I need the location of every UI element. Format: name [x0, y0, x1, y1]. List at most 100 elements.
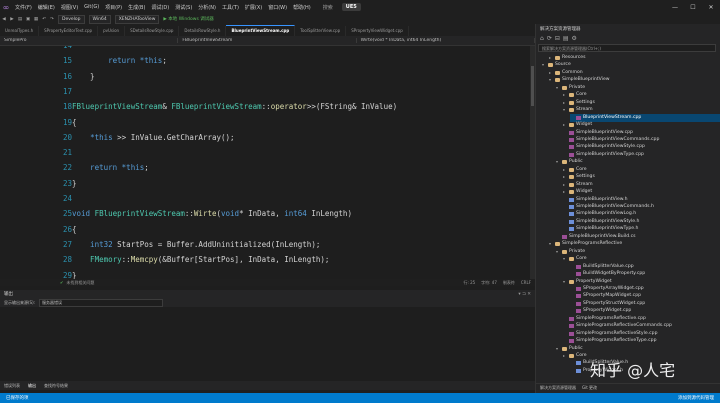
code-line[interactable]: 17 [0, 84, 530, 99]
search-box[interactable]: 搜索 [320, 4, 336, 11]
code-line[interactable]: 29} [0, 268, 530, 280]
code-line[interactable]: 22 return *this; [0, 160, 530, 175]
document-tab[interactable]: UnrealTypes.h [0, 26, 40, 36]
document-tab[interactable]: SPropertyViewWidget.cpp [346, 26, 409, 36]
menu-item[interactable]: 视图(V) [58, 4, 81, 11]
close-icon[interactable]: ✕ [702, 4, 720, 11]
cpp-file-icon [569, 339, 574, 344]
code-token: * InData, [239, 209, 285, 219]
settings-icon[interactable]: ⚙ [572, 35, 577, 42]
header-file-icon [569, 197, 574, 202]
code-token: return [72, 163, 122, 173]
menu-item[interactable]: 生成(B) [125, 4, 148, 11]
code-line[interactable]: 26{ [0, 222, 530, 237]
undo-icon[interactable]: ↶ [40, 17, 48, 22]
menu-item[interactable]: 项目(P) [102, 4, 125, 11]
header-file-icon [569, 212, 574, 217]
tree-item[interactable]: BlueprintViewStream.cpp [570, 113, 720, 122]
code-editor[interactable]: 1415 return *this;16 }1718FBlueprintView… [0, 46, 530, 279]
menu-item[interactable]: 窗口(W) [265, 4, 290, 11]
forward-icon[interactable]: ▶ [8, 17, 16, 22]
menu-item[interactable]: 工具(T) [219, 4, 242, 11]
output-text-area[interactable] [0, 307, 535, 381]
panel-controls-icon[interactable]: ▾ ⊐ ✕ [518, 292, 535, 297]
sync-icon[interactable]: ⟳ [547, 35, 552, 42]
new-file-icon[interactable]: ▤ [16, 17, 24, 22]
member-dropdown[interactable]: Wirte(void * InData, int64 InLength) [357, 38, 535, 43]
code-line[interactable]: 21 [0, 145, 530, 160]
code-line[interactable]: 14 [0, 46, 530, 53]
minimize-icon[interactable]: — [666, 4, 684, 11]
startup-project-select[interactable]: XENZHATooView [114, 14, 160, 24]
code-text: return *this; [72, 160, 149, 175]
cpp-file-icon [569, 152, 574, 157]
tab-find-symbol[interactable]: 查找符号结果 [40, 383, 72, 389]
folder-icon [562, 346, 567, 351]
folder-icon [569, 175, 574, 180]
menu-item[interactable]: 测试(S) [172, 4, 195, 11]
document-tab[interactable]: SPropertyEditorText.cpp [39, 26, 99, 36]
code-line[interactable]: 23} [0, 176, 530, 191]
code-line[interactable]: 15 return *this; [0, 53, 530, 68]
project-dropdown[interactable]: SimplePro [0, 38, 179, 43]
solution-explorer-title: 解决方案资源管理器 [540, 26, 581, 32]
add-to-source-control[interactable]: 添加到源代码管理 [678, 395, 720, 401]
code-line[interactable]: 27 int32 StartPos = Buffer.AddUninitiali… [0, 237, 530, 252]
line-number: 23 [62, 178, 72, 188]
code-line[interactable]: 18 FBlueprintViewStream& FBlueprintViewSt… [0, 99, 530, 114]
document-tab[interactable]: BlueprintViewStream.cpp [226, 25, 296, 36]
header-file-icon [576, 368, 581, 373]
save-all-icon[interactable]: ▦ [32, 17, 40, 22]
folder-icon [569, 182, 574, 187]
platform-select[interactable]: Win64 [88, 14, 111, 24]
code-token: ; [162, 56, 167, 66]
back-icon[interactable]: ◀ [0, 17, 8, 22]
code-line[interactable]: 28 FMemory::Memcpy(&Buffer[StartPos], In… [0, 252, 530, 267]
scroll-thumb[interactable] [531, 66, 534, 106]
output-panel-header: 输出 ▾ ⊐ ✕ [0, 290, 535, 298]
menu-item[interactable]: Git(G) [81, 4, 102, 11]
line-number: 16 [62, 71, 72, 81]
tab-output[interactable]: 输出 [24, 383, 40, 389]
scope-dropdown[interactable]: FBlueprintViewStream [178, 38, 357, 43]
no-issues-icon: ✔ [60, 280, 64, 285]
code-line[interactable]: 19{ [0, 115, 530, 130]
collapse-icon[interactable]: ⊟ [555, 35, 560, 42]
menu-item[interactable]: 编辑(E) [35, 4, 58, 11]
code-line[interactable]: 25 void FBlueprintViewStream::Wirte(void*… [0, 206, 530, 221]
redo-icon[interactable]: ↷ [48, 17, 56, 22]
menu-item[interactable]: 分析(N) [195, 4, 219, 11]
document-tab[interactable]: SDetailsRowStyle.cpp [125, 26, 180, 36]
code-token: ; [144, 163, 149, 173]
document-tab[interactable]: pvUsion [98, 26, 126, 36]
menu-item[interactable]: 文件(F) [12, 4, 35, 11]
maximize-icon[interactable]: ☐ [684, 4, 702, 11]
tab-git-changes[interactable]: Git 更改 [582, 385, 597, 391]
config-select[interactable]: Develop [58, 14, 85, 24]
menu-item[interactable]: 帮助(H) [290, 4, 314, 11]
document-tab[interactable]: ToolSplitterView.cpp [295, 26, 347, 36]
menu-item[interactable]: 扩展(X) [242, 4, 265, 11]
indent-mode[interactable]: 制表符 [503, 280, 515, 286]
tab-error-list[interactable]: 错误列表 [0, 383, 24, 389]
code-token: { [72, 224, 77, 234]
column-indicator: 字符: 47 [481, 279, 497, 285]
menu-item[interactable]: 调试(D) [148, 4, 172, 11]
code-line[interactable]: 24 [0, 191, 530, 206]
home-icon[interactable]: ⌂ [540, 35, 544, 42]
menu-bar: ∞ 文件(F) 编辑(E) 视图(V) Git(G) 项目(P) 生成(B) 调试(D) 测试… [0, 0, 720, 14]
code-token: return [72, 56, 140, 66]
output-source-select[interactable]: 服务器错误 [39, 298, 164, 307]
solution-search-input[interactable]: 搜索解决方案资源管理器(Ctrl+;) [538, 44, 716, 52]
save-icon[interactable]: ▣ [24, 17, 32, 22]
show-all-icon[interactable]: ▤ [563, 35, 569, 42]
code-text: } [72, 268, 77, 280]
run-debugger-button[interactable]: ▶ 本地 Windows 调试器 [163, 16, 213, 22]
code-line[interactable]: 16 } [0, 69, 530, 84]
line-ending[interactable]: CRLF [521, 280, 531, 286]
cpp-file-icon [569, 331, 574, 336]
document-tab[interactable]: DetailsRowStyle.h [179, 26, 227, 36]
code-line[interactable]: 20 *this >> InValue.GetCharArray(); [0, 130, 530, 145]
status-bar: 已保存的项 添加到源代码管理 [0, 393, 720, 403]
tab-solution-explorer[interactable]: 解决方案资源管理器 [540, 385, 576, 391]
